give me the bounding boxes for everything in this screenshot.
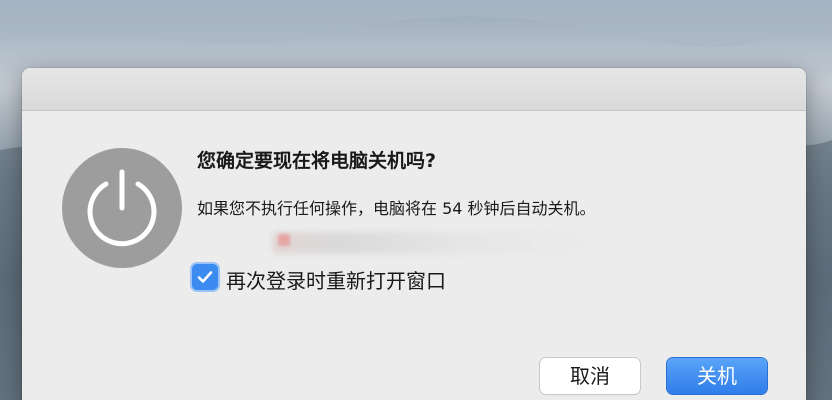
shutdown-dialog: 您确定要现在将电脑关机吗? 如果您不执行任何操作，电脑将在 54 秒钟后自动关机… xyxy=(22,68,806,400)
dialog-message: 如果您不执行任何操作，电脑将在 54 秒钟后自动关机。 xyxy=(197,199,596,218)
blurred-region xyxy=(272,232,602,254)
checkmark-icon xyxy=(197,271,213,283)
shutdown-button[interactable]: 关机 xyxy=(667,358,767,394)
reopen-windows-label[interactable]: 再次登录时重新打开窗口 xyxy=(226,265,446,294)
dialog-titlebar xyxy=(22,68,806,111)
reopen-windows-checkbox[interactable] xyxy=(192,264,218,290)
blurred-mark xyxy=(278,234,290,246)
dialog-title: 您确定要现在将电脑关机吗? xyxy=(197,150,437,172)
power-icon xyxy=(62,148,182,268)
cancel-button[interactable]: 取消 xyxy=(540,358,640,394)
